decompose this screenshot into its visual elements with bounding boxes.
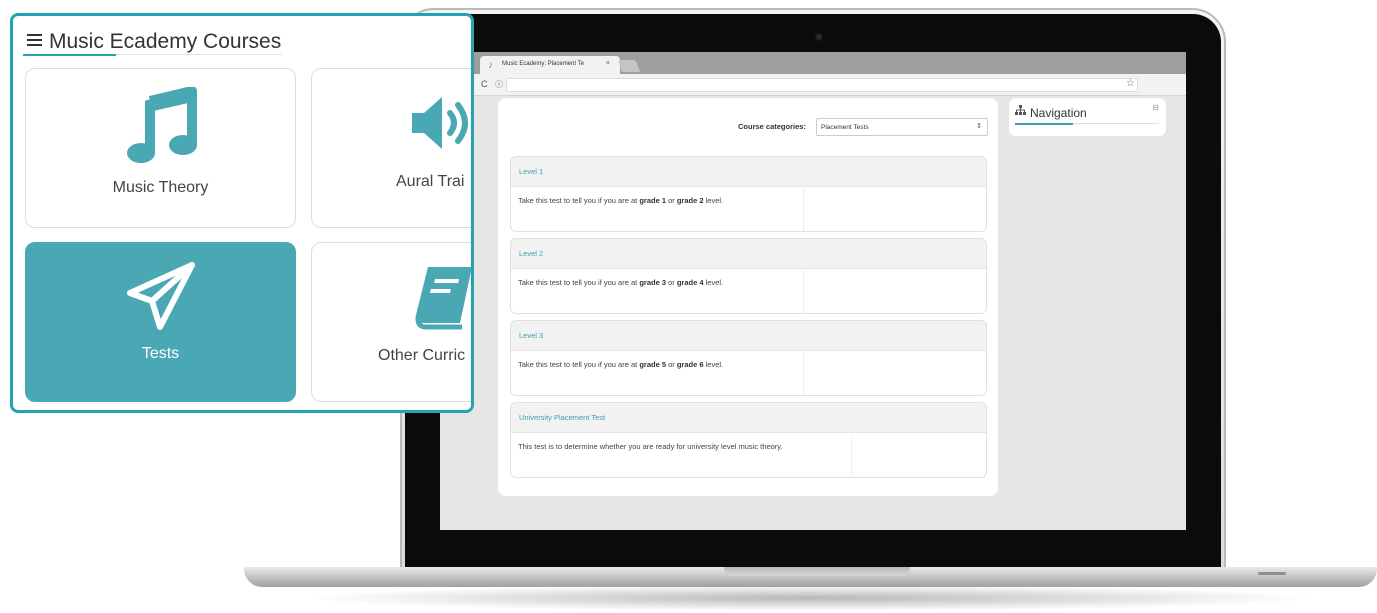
- summary-text: level.: [703, 196, 724, 205]
- paper-plane-icon: [124, 259, 198, 338]
- bookmark-star-icon[interactable]: ☆: [1126, 78, 1135, 89]
- summary-text: or: [666, 360, 677, 369]
- course-tile-tests[interactable]: Tests: [25, 242, 296, 402]
- book-icon: [412, 265, 471, 336]
- category-row: Course categories: Placement Tests ⇕: [498, 118, 998, 138]
- summary-bold: grade 6: [676, 360, 704, 369]
- laptop-indicator-light: [1258, 572, 1286, 575]
- category-selected-value: Placement Tests: [821, 124, 869, 131]
- summary-text: or: [666, 278, 677, 287]
- music-note-favicon-icon: ♪: [488, 60, 493, 71]
- laptop-shadow: [300, 585, 1320, 611]
- course-summary: Take this test to tell you if you are at…: [511, 187, 986, 205]
- title-underline-rest: [116, 54, 282, 55]
- summary-text: level.: [703, 278, 724, 287]
- course-list-card: Course categories: Placement Tests ⇕ Lev…: [498, 98, 998, 496]
- course-box: University Placement Test This test is t…: [510, 402, 987, 478]
- divider: [803, 352, 804, 395]
- select-caret-icon: ⇕: [976, 123, 982, 130]
- category-label: Course categories:: [738, 122, 806, 131]
- summary-text: Take this test to tell you if you are at: [518, 360, 640, 369]
- course-title[interactable]: Level 3: [511, 321, 986, 351]
- reload-icon[interactable]: C: [481, 79, 488, 89]
- panel-title: Music Ecademy Courses: [49, 30, 282, 53]
- laptop-screen: ♪ Music Ecademy: Placement Te × C ⓘ ☆ Co…: [440, 52, 1186, 530]
- tile-label: Music Theory: [112, 179, 209, 196]
- course-title[interactable]: Level 1: [511, 157, 986, 187]
- new-tab-button[interactable]: [617, 60, 641, 72]
- tile-label: Aural Trai: [396, 173, 465, 190]
- course-tile-music-theory[interactable]: Music Theory: [25, 68, 296, 228]
- summary-text: Take this test to tell you if you are at: [518, 278, 640, 287]
- navigation-block: Navigation ⊟: [1009, 98, 1166, 136]
- close-tab-icon[interactable]: ×: [606, 60, 610, 67]
- title-underline-rest: [1073, 123, 1159, 124]
- course-summary: This test is to determine whether you ar…: [518, 442, 783, 451]
- course-box: Level 3 Take this test to tell you if yo…: [510, 320, 987, 396]
- summary-text: or: [666, 196, 677, 205]
- webcam-icon: [814, 32, 824, 42]
- course-tile-other-curriculum[interactable]: Other Curric: [311, 242, 471, 402]
- summary-text: Take this test to tell you if you are at: [518, 196, 640, 205]
- url-input[interactable]: [506, 78, 1138, 92]
- sitemap-icon: [1015, 105, 1026, 119]
- courses-panel: Music Ecademy Courses Music Theory Aural…: [10, 13, 474, 413]
- course-box: Level 1 Take this test to tell you if yo…: [510, 156, 987, 232]
- summary-bold: grade 5: [639, 360, 666, 369]
- course-title[interactable]: University Placement Test: [511, 403, 986, 433]
- stage: ♪ Music Ecademy: Placement Te × C ⓘ ☆ Co…: [0, 0, 1377, 613]
- divider: [803, 188, 804, 231]
- summary-bold: grade 2: [676, 196, 704, 205]
- summary-text: level.: [703, 360, 724, 369]
- title-underline: [1015, 123, 1073, 125]
- tile-label: Other Curric: [378, 347, 466, 364]
- tile-label: Tests: [141, 345, 180, 362]
- summary-bold: grade 1: [639, 196, 666, 205]
- summary-bold: grade 3: [639, 278, 666, 287]
- course-tile-aural-training[interactable]: Aural Trai: [311, 68, 471, 228]
- divider: [803, 270, 804, 313]
- speaker-icon: [408, 93, 471, 158]
- course-box: Level 2 Take this test to tell you if yo…: [510, 238, 987, 314]
- course-title[interactable]: Level 2: [511, 239, 986, 269]
- navigation-title: Navigation: [1030, 106, 1087, 120]
- browser-tab[interactable]: ♪ Music Ecademy: Placement Te ×: [480, 56, 620, 74]
- laptop-base-notch: [724, 567, 910, 576]
- browser-tabbar: ♪ Music Ecademy: Placement Te ×: [440, 52, 1186, 74]
- hamburger-menu-icon[interactable]: [27, 34, 42, 48]
- info-icon[interactable]: ⓘ: [495, 79, 503, 90]
- music-note-icon: [126, 86, 198, 170]
- course-summary: Take this test to tell you if you are at…: [511, 269, 986, 287]
- browser-addressbar: C ⓘ ☆: [440, 74, 1186, 96]
- collapse-block-icon[interactable]: ⊟: [1152, 103, 1159, 112]
- divider: [851, 434, 852, 477]
- tab-title: Music Ecademy: Placement Te: [502, 61, 584, 67]
- category-select[interactable]: Placement Tests ⇕: [816, 118, 988, 136]
- summary-bold: grade 4: [676, 278, 704, 287]
- title-underline: [23, 54, 116, 56]
- course-summary: Take this test to tell you if you are at…: [511, 351, 986, 369]
